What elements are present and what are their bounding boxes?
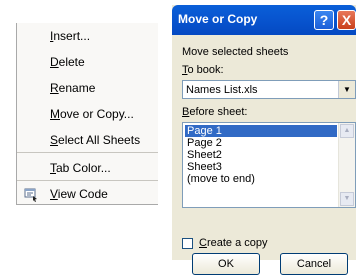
menu-item-select-all-sheets[interactable]: Select All Sheets (17, 130, 158, 150)
sheet-tab-context-menu: Insert... Delete Rename Move or Copy... … (16, 23, 158, 205)
help-icon[interactable]: ? (314, 10, 334, 30)
create-copy-label: Create a copy (199, 237, 268, 249)
menu-separator (17, 180, 158, 181)
cancel-button[interactable]: Cancel (280, 253, 348, 275)
menu-separator (17, 152, 158, 153)
list-item[interactable]: Sheet2 (185, 149, 337, 161)
menu-item-tab-color[interactable]: Tab Color... (17, 158, 158, 178)
dialog-titlebar[interactable]: Move or Copy ? X (172, 5, 356, 35)
scroll-up-icon[interactable]: ▲ (340, 124, 354, 138)
chevron-down-icon[interactable]: ▼ (338, 81, 355, 98)
list-item[interactable]: Sheet3 (185, 161, 337, 173)
ok-button[interactable]: OK (192, 253, 260, 275)
close-icon[interactable]: X (337, 10, 356, 30)
menu-item-delete[interactable]: Delete (17, 52, 158, 72)
menu-item-view-code[interactable]: View Code (17, 184, 158, 204)
create-copy-checkbox[interactable] (182, 238, 193, 249)
list-item-selected[interactable]: Page 1 (185, 125, 337, 137)
before-sheet-list[interactable]: Page 1 Page 2 Sheet2 Sheet3 (move to end… (182, 122, 356, 208)
move-selected-sheets-label: Move selected sheets (182, 46, 289, 58)
menu-item-move-or-copy[interactable]: Move or Copy... (17, 104, 158, 124)
dialog-title: Move or Copy (178, 12, 258, 26)
list-item[interactable]: (move to end) (185, 173, 337, 185)
to-book-dropdown[interactable]: Names List.xls ▼ (182, 80, 356, 99)
list-scrollbar[interactable]: ▲ ▼ (338, 123, 355, 207)
menu-item-rename[interactable]: Rename (17, 78, 158, 98)
before-sheet-label: Before sheet: (182, 106, 248, 118)
move-or-copy-dialog: Move or Copy ? X Move selected sheets To… (172, 5, 356, 275)
menu-item-insert[interactable]: Insert... (17, 26, 158, 46)
list-item[interactable]: Page 2 (185, 137, 337, 149)
to-book-value: Names List.xls (186, 84, 258, 96)
scroll-down-icon[interactable]: ▼ (340, 192, 354, 206)
view-code-icon (23, 186, 39, 202)
to-book-label: To book: (182, 64, 224, 76)
